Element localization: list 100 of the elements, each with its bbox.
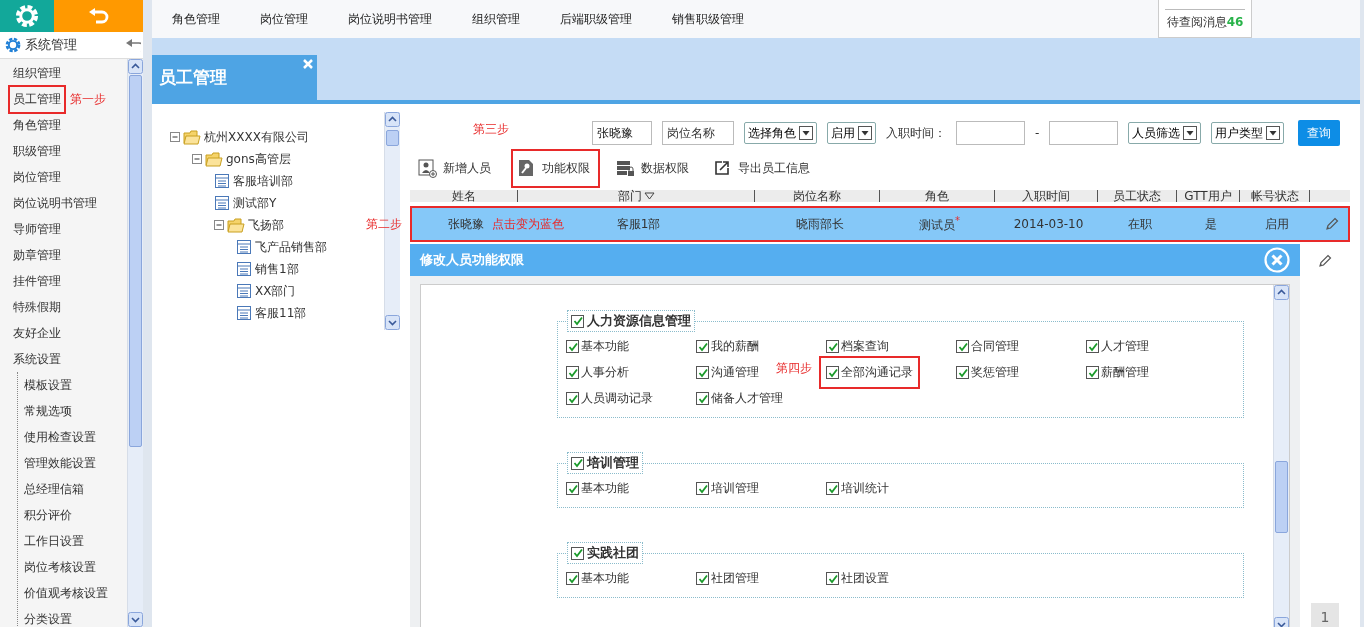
tree-item[interactable]: 杭州XXXX有限公司	[204, 128, 309, 146]
nav-link[interactable]: 岗位说明书管理	[348, 10, 432, 28]
sidebar-subitem[interactable]: 工作日设置	[18, 528, 127, 554]
checkbox-option[interactable]: 培训统计	[824, 478, 891, 499]
column-header[interactable]: 部门	[617, 187, 642, 205]
checkbox-option[interactable]: 合同管理	[954, 336, 1021, 357]
checkbox[interactable]	[571, 314, 584, 328]
checkbox-option[interactable]: 沟通管理	[694, 362, 761, 383]
checkbox[interactable]	[696, 340, 709, 353]
scrollbar[interactable]	[127, 59, 143, 627]
checkbox[interactable]	[826, 572, 839, 585]
tree-item[interactable]: 测试部Y	[233, 194, 277, 212]
dropdown[interactable]: 用户类型	[1211, 122, 1285, 144]
checkbox[interactable]	[696, 366, 709, 379]
column-header[interactable]: 员工状态	[1113, 187, 1161, 205]
sidebar-subitem[interactable]: 常规选项	[18, 398, 127, 424]
nav-link[interactable]: 销售职级管理	[672, 10, 744, 28]
checkbox[interactable]	[956, 340, 969, 353]
sidebar-subitem[interactable]: 模板设置	[18, 372, 127, 398]
checkbox-option[interactable]: 人事分析	[564, 362, 631, 383]
sidebar-subitem[interactable]: 管理效能设置	[18, 450, 127, 476]
sidebar-subitem[interactable]: 积分评价	[18, 502, 127, 528]
dropdown[interactable]: 人员筛选	[1128, 122, 1202, 144]
scroll-thumb[interactable]	[129, 75, 142, 447]
scroll-up-icon[interactable]	[385, 112, 400, 127]
checkbox[interactable]	[826, 366, 839, 379]
scroll-thumb[interactable]	[386, 130, 399, 146]
checkbox-option[interactable]: 培训管理	[694, 478, 761, 499]
position-field[interactable]: 岗位名称	[662, 121, 734, 145]
checkbox[interactable]	[571, 546, 584, 560]
toolbar-button[interactable]: 数据权限	[612, 153, 697, 183]
checkbox-option[interactable]: 基本功能	[564, 478, 631, 499]
collapse-icon[interactable]	[192, 154, 202, 164]
dropdown[interactable]: 启用	[827, 122, 876, 144]
checkbox[interactable]	[826, 482, 839, 495]
scrollbar[interactable]	[1273, 285, 1289, 627]
sidebar-subitem[interactable]: 岗位考核设置	[18, 554, 127, 580]
checkbox-option[interactable]: 薪酬管理	[1084, 362, 1151, 383]
scroll-down-icon[interactable]	[128, 612, 143, 627]
toolbar-button[interactable]: 新增人员	[414, 153, 499, 183]
column-header[interactable]: 岗位名称	[793, 187, 841, 205]
scroll-up-icon[interactable]	[128, 59, 143, 74]
scroll-down-icon[interactable]	[385, 315, 400, 330]
tree-item[interactable]: gons高管层	[226, 150, 291, 168]
toolbar-button[interactable]: 导出员工信息	[709, 153, 818, 183]
sidebar-subitem[interactable]: 分类设置	[18, 606, 127, 627]
nav-link[interactable]: 岗位管理	[260, 10, 308, 28]
checkbox[interactable]	[696, 572, 709, 585]
checkbox-option[interactable]: 社团设置	[824, 568, 891, 589]
checkbox-option[interactable]: 储备人才管理	[694, 388, 785, 409]
checkbox[interactable]	[826, 340, 839, 353]
checkbox[interactable]	[696, 392, 709, 405]
column-header[interactable]: 角色	[925, 187, 949, 205]
pencil-icon[interactable]	[1324, 216, 1340, 232]
checkbox-option[interactable]: 基本功能	[564, 336, 631, 357]
sidebar-subitem[interactable]: 使用检查设置	[18, 424, 127, 450]
checkbox[interactable]	[696, 482, 709, 495]
date-field[interactable]	[1049, 121, 1119, 145]
checkbox-option[interactable]: 奖惩管理	[954, 362, 1021, 383]
tree-item[interactable]: 飞扬部	[248, 216, 284, 234]
checkbox[interactable]	[566, 392, 579, 405]
tree-item[interactable]: 飞产品销售部	[255, 238, 327, 256]
checkbox[interactable]	[566, 572, 579, 585]
checkbox[interactable]	[566, 482, 579, 495]
checkbox[interactable]	[1086, 340, 1099, 353]
checkbox-option[interactable]: 社团管理	[694, 568, 761, 589]
name-field[interactable]: 张晓豫	[592, 121, 652, 145]
checkbox[interactable]	[566, 340, 579, 353]
nav-link[interactable]: 角色管理	[172, 10, 220, 28]
sidebar-subitem[interactable]: 价值观考核设置	[18, 580, 127, 606]
message-link[interactable]: 待查阅消息46	[1164, 9, 1246, 36]
sidebar-subitem[interactable]: 总经理信箱	[18, 476, 127, 502]
checkbox-option[interactable]: 人才管理	[1084, 336, 1151, 357]
checkbox-option[interactable]: 档案查询	[824, 336, 891, 357]
checkbox[interactable]	[956, 366, 969, 379]
checkbox-option[interactable]: 我的薪酬	[694, 336, 761, 357]
checkbox-option[interactable]: 基本功能	[564, 568, 631, 589]
scroll-thumb[interactable]	[1275, 461, 1288, 533]
column-header[interactable]: 帐号状态	[1250, 187, 1299, 205]
checkbox[interactable]	[566, 366, 579, 379]
tree-item[interactable]: 客服11部	[255, 304, 307, 322]
table-row[interactable]: 张晓豫 点击变为蓝色 客服1部 晓雨部长 测试员$^{*}$ 2014-03-10 在职 是 启用	[410, 206, 1350, 242]
close-icon[interactable]	[302, 58, 314, 70]
collapse-icon[interactable]	[170, 132, 180, 142]
tree-item[interactable]: 客服培训部	[233, 172, 293, 190]
settings-button[interactable]	[0, 0, 54, 32]
column-header[interactable]: 入职时间	[1022, 187, 1070, 205]
pencil-icon[interactable]	[1317, 253, 1333, 269]
nav-link[interactable]: 后端职级管理	[560, 10, 632, 28]
sidebar-item[interactable]: 员工管理	[8, 84, 66, 114]
scroll-up-icon[interactable]	[1274, 285, 1289, 300]
checkbox-option[interactable]: 人员调动记录	[564, 388, 655, 409]
dropdown[interactable]: 选择角色	[744, 122, 817, 144]
tree-item[interactable]: 销售1部	[255, 260, 299, 278]
checkbox-option[interactable]: 全部沟通记录	[819, 356, 920, 389]
sort-icon[interactable]	[643, 191, 655, 201]
checkbox[interactable]	[571, 456, 584, 470]
search-button[interactable]: 查询	[1298, 120, 1341, 146]
page-number[interactable]: 1	[1311, 603, 1339, 627]
column-header[interactable]: GTT用户	[1184, 187, 1232, 205]
